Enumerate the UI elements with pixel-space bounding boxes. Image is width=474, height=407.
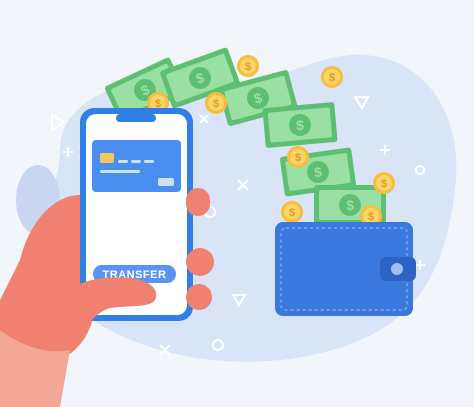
card-logo bbox=[158, 178, 174, 186]
coin: $ bbox=[373, 172, 395, 194]
coin: $ bbox=[205, 92, 227, 114]
coin-symbol: $ bbox=[329, 72, 335, 84]
coin-symbol: $ bbox=[368, 211, 374, 223]
card-number-line bbox=[118, 160, 128, 163]
coin-symbol: $ bbox=[245, 61, 251, 73]
coin: $ bbox=[287, 146, 309, 168]
coin-symbol: $ bbox=[289, 207, 295, 219]
bill-symbol: $ bbox=[295, 117, 304, 134]
finger bbox=[186, 248, 214, 276]
coin-symbol: $ bbox=[295, 152, 301, 164]
coin: $ bbox=[321, 66, 343, 88]
coin-symbol: $ bbox=[213, 98, 219, 110]
coin-symbol: $ bbox=[381, 178, 387, 190]
coin: $ bbox=[281, 201, 303, 223]
phone-notch bbox=[116, 114, 156, 122]
illustration-canvas: $$$$$$ $$ $$$$$ $ TRANSFER bbox=[0, 47, 457, 407]
sparkle-triangle bbox=[51, 113, 66, 132]
money-bill: $ bbox=[262, 102, 338, 148]
finger bbox=[186, 188, 210, 216]
finger bbox=[186, 284, 212, 310]
money-transfer-illustration: $ $ $ $ $ $ $ $ $ $ $ $ $ $ TRANSFER bbox=[0, 0, 474, 407]
wallet bbox=[275, 222, 416, 316]
card-number-line bbox=[100, 170, 140, 173]
card-chip bbox=[100, 153, 114, 163]
card-number-line bbox=[131, 160, 141, 163]
bill-symbol: $ bbox=[346, 197, 354, 213]
coin: $ bbox=[237, 55, 259, 77]
card-number-line bbox=[144, 160, 154, 163]
wallet-button bbox=[391, 263, 403, 275]
